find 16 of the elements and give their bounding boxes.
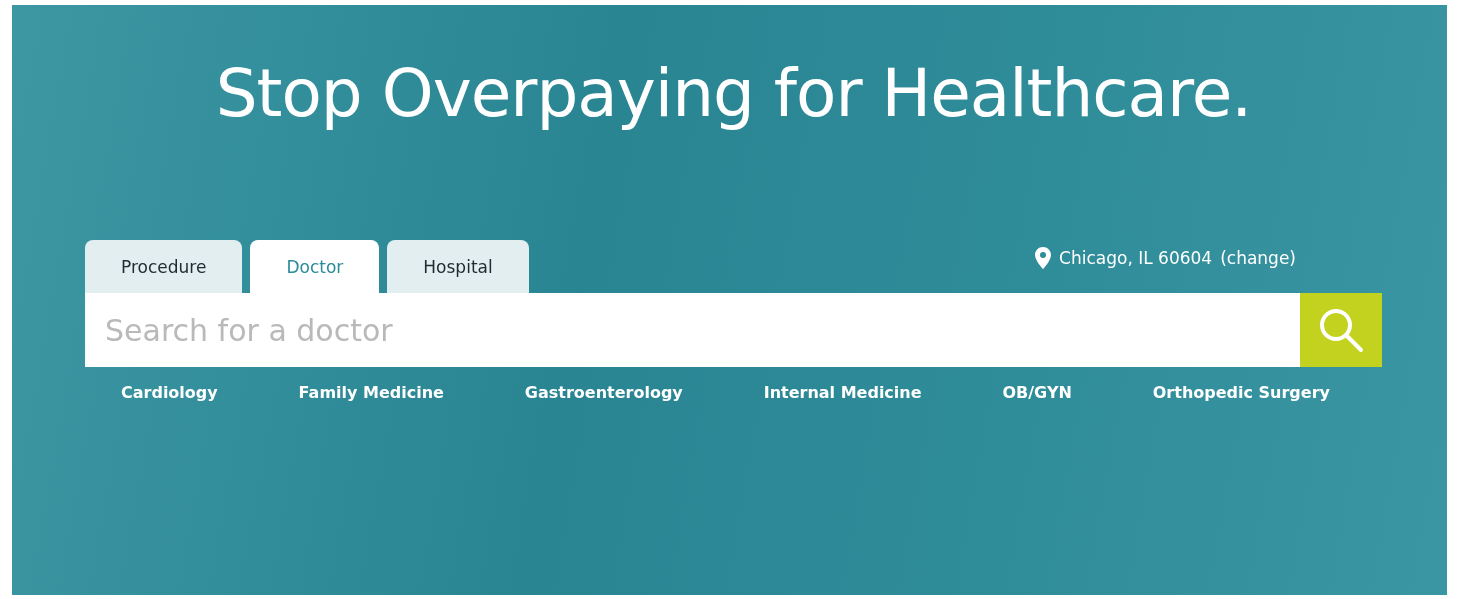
map-pin-icon	[1035, 247, 1052, 269]
location-text: Chicago, IL 60604	[1059, 248, 1213, 268]
change-location-link[interactable]: (change)	[1220, 248, 1296, 268]
search-tab[interactable]: Doctor	[250, 240, 380, 293]
search-button[interactable]	[1300, 293, 1382, 367]
search-field[interactable]: Search for a doctor	[85, 293, 1300, 367]
search-icon	[1317, 306, 1365, 354]
specialty-link[interactable]: Internal Medicine	[763, 383, 922, 402]
specialty-link[interactable]: Cardiology	[121, 383, 218, 402]
specialty-link[interactable]: Gastroenterology	[524, 383, 683, 402]
search-tab[interactable]: Hospital	[387, 240, 529, 293]
specialty-link[interactable]: Family Medicine	[298, 383, 444, 402]
specialty-link[interactable]: Orthopedic Surgery	[1152, 383, 1330, 402]
search-tab[interactable]: Procedure	[85, 240, 243, 293]
specialty-link[interactable]: OB/GYN	[1002, 383, 1072, 402]
headline: Stop Overpaying for Healthcare.	[215, 55, 1252, 132]
